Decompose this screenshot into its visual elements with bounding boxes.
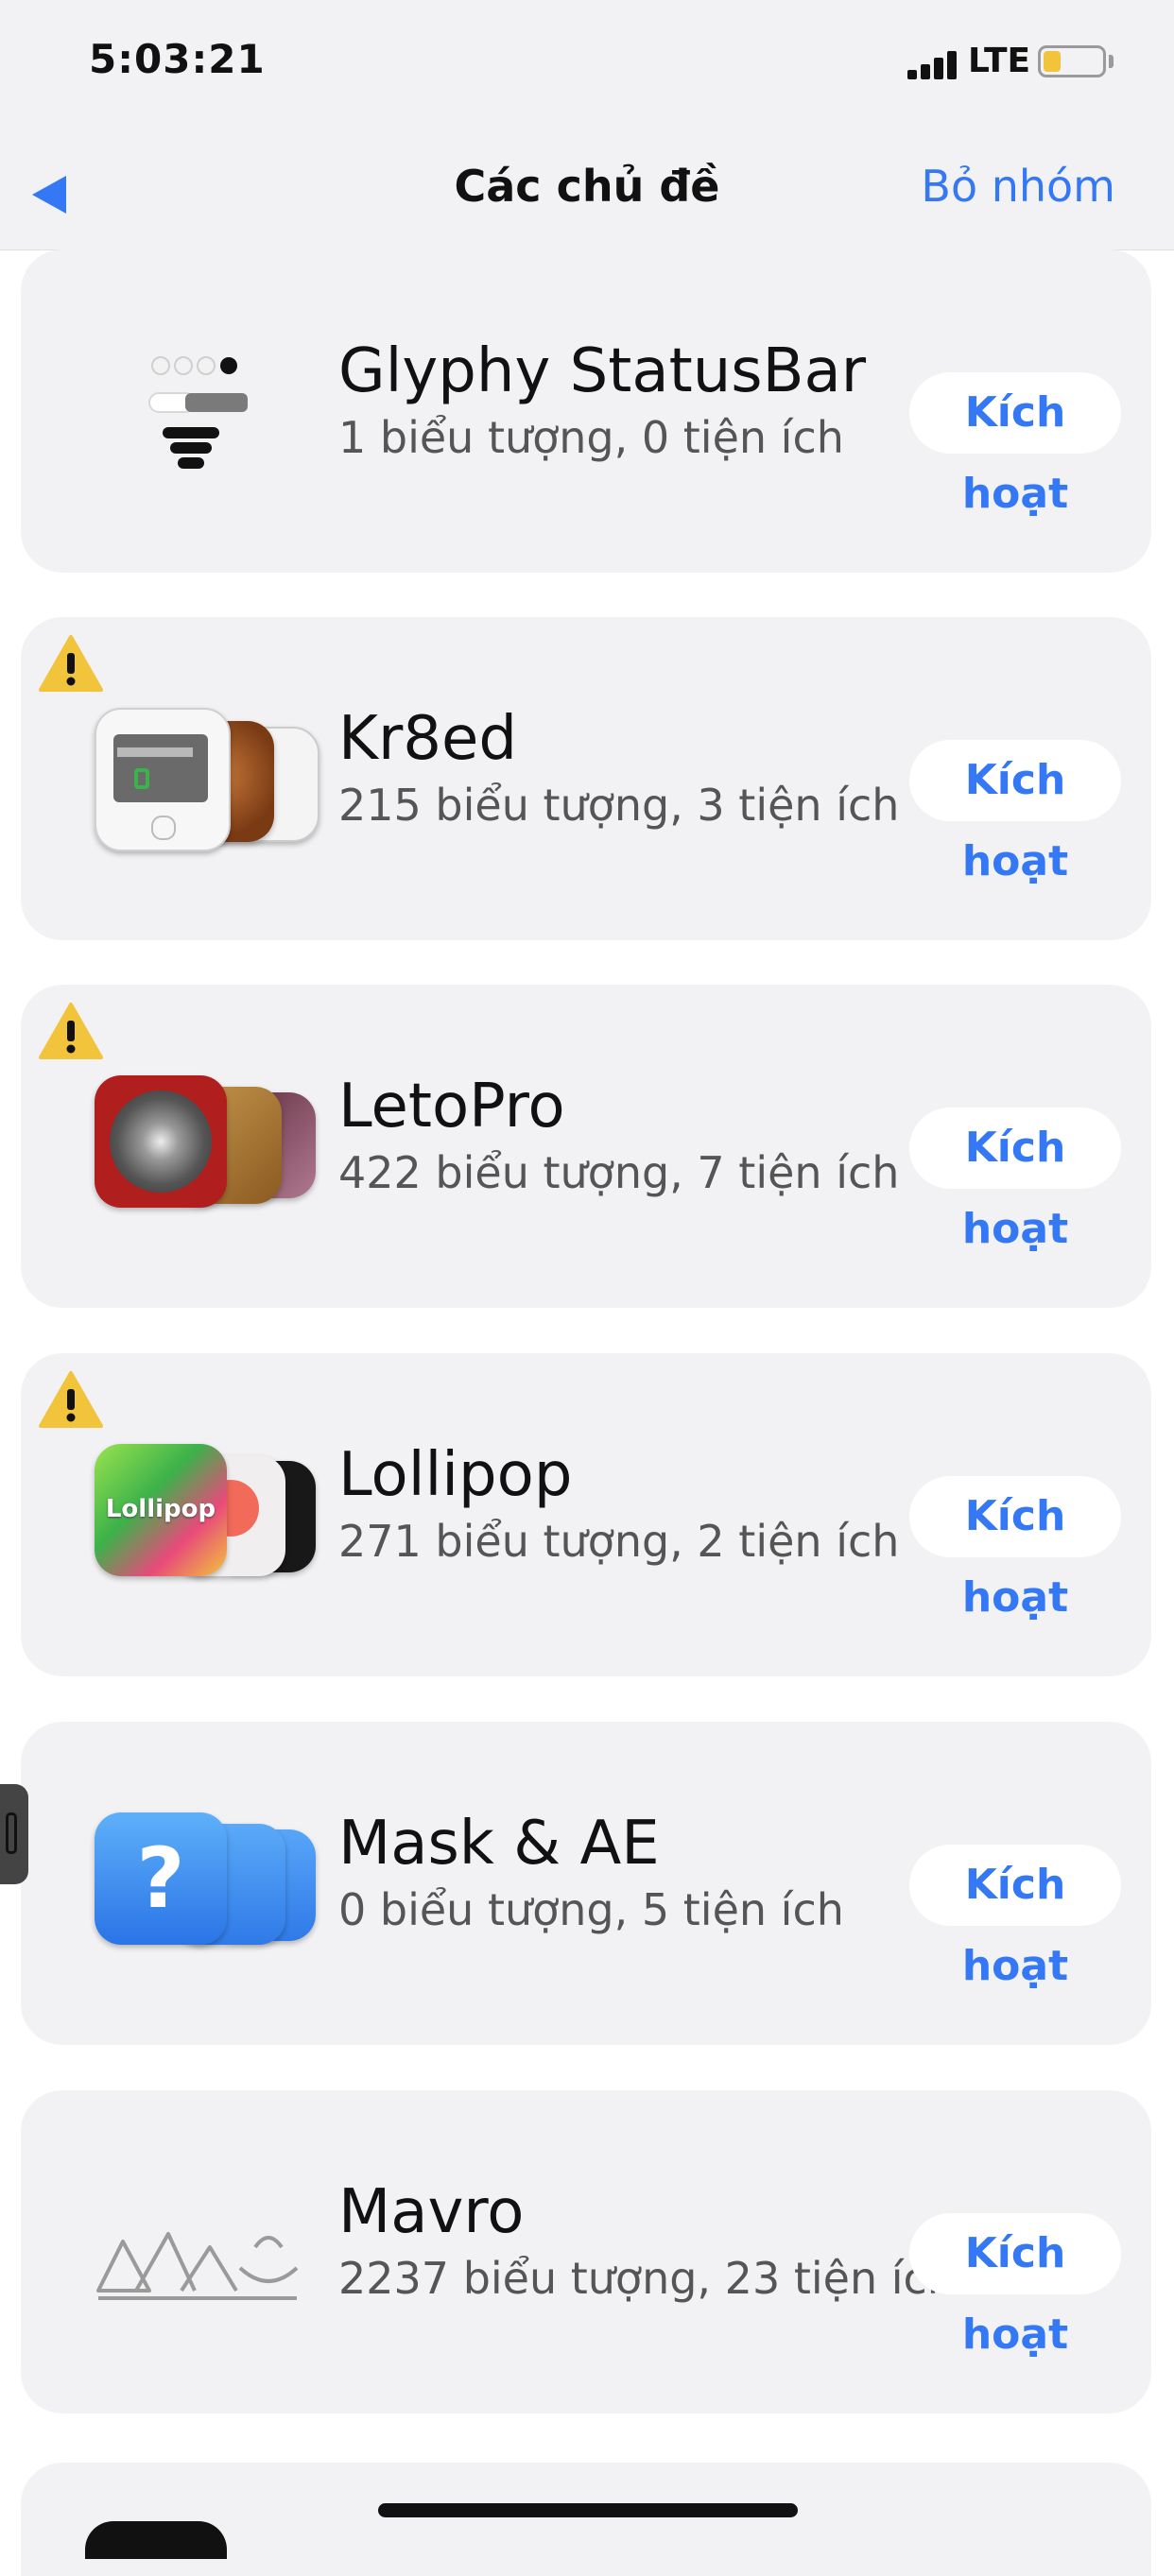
- theme-name: Mavro: [338, 2177, 525, 2247]
- warning-icon: [39, 1003, 103, 1059]
- battery-cap-icon: [1109, 55, 1114, 68]
- lollipop-icon: Lollipop: [70, 1444, 325, 1595]
- activate-button[interactable]: Kích hoạt: [909, 740, 1121, 885]
- activate-button[interactable]: Kích hoạt: [909, 1845, 1121, 1990]
- theme-name: Mask & AE: [338, 1809, 660, 1879]
- activate-button[interactable]: Kích hoạt: [909, 1108, 1121, 1253]
- theme-stats: 0 biểu tượng, 5 tiện ích: [338, 1884, 844, 1935]
- theme-card-kr8ed[interactable]: Kr8ed 215 biểu tượng, 3 tiện ích Kích ho…: [21, 617, 1151, 940]
- theme-stats: 215 biểu tượng, 3 tiện ích: [338, 780, 900, 831]
- theme-stats: 1 biểu tượng, 0 tiện ích: [338, 412, 844, 463]
- lollipop-icon-label: Lollipop: [105, 1495, 216, 1523]
- warning-icon: [39, 1371, 103, 1428]
- theme-name: Kr8ed: [338, 704, 517, 774]
- theme-name: Glyphy StatusBar: [338, 336, 867, 406]
- status-bar: 5:03:21 LTE: [0, 0, 1174, 132]
- battery-level: [1044, 51, 1061, 72]
- question-mark-icon: ?: [70, 1812, 325, 1964]
- theme-name: Lollipop: [338, 1440, 573, 1510]
- letopro-icon: [70, 1075, 325, 1227]
- theme-name: LetoPro: [338, 1072, 565, 1142]
- activate-button[interactable]: Kích hoạt: [909, 1476, 1121, 1622]
- theme-card-mask-ae[interactable]: ? Mask & AE 0 biểu tượng, 5 tiện ích Kíc…: [21, 1722, 1151, 2045]
- warning-icon: [39, 635, 103, 692]
- activate-button[interactable]: Kích hoạt: [909, 372, 1121, 518]
- home-indicator[interactable]: [378, 2503, 798, 2517]
- theme-card-lollipop[interactable]: Lollipop Lollipop 271 biểu tượng, 2 tiện…: [21, 1353, 1151, 1676]
- activate-button[interactable]: Kích hoạt: [909, 2213, 1121, 2359]
- theme-card-partial[interactable]: [21, 2463, 1151, 2576]
- theme-card-mavro[interactable]: Mavro 2237 biểu tượng, 23 tiện ích Kích …: [21, 2090, 1151, 2413]
- side-drawer-handle[interactable]: [0, 1784, 28, 1884]
- theme-stats: 2237 biểu tượng, 23 tiện ích: [338, 2253, 955, 2304]
- status-time: 5:03:21: [89, 36, 266, 82]
- network-type: LTE: [968, 42, 1031, 80]
- mavro-icon: [70, 2181, 325, 2332]
- theme-icon-partial: [85, 2521, 227, 2559]
- ungroup-button[interactable]: Bỏ nhóm: [921, 161, 1115, 212]
- theme-card-letopro[interactable]: LetoPro 422 biểu tượng, 7 tiện ích Kích …: [21, 985, 1151, 1308]
- theme-stats: 422 biểu tượng, 7 tiện ích: [338, 1147, 900, 1198]
- theme-stats: 271 biểu tượng, 2 tiện ích: [338, 1516, 900, 1567]
- glyphy-statusbar-icon: [70, 340, 325, 491]
- signal-strength-icon: [907, 51, 958, 79]
- kr8ed-icon: [70, 708, 325, 859]
- battery-icon: [1038, 45, 1106, 77]
- theme-card-glyphy-statusbar[interactable]: Glyphy StatusBar 1 biểu tượng, 0 tiện íc…: [21, 249, 1151, 573]
- question-mark-glyph: ?: [136, 1829, 185, 1927]
- navigation-bar: Các chủ đề Bỏ nhóm: [0, 132, 1174, 250]
